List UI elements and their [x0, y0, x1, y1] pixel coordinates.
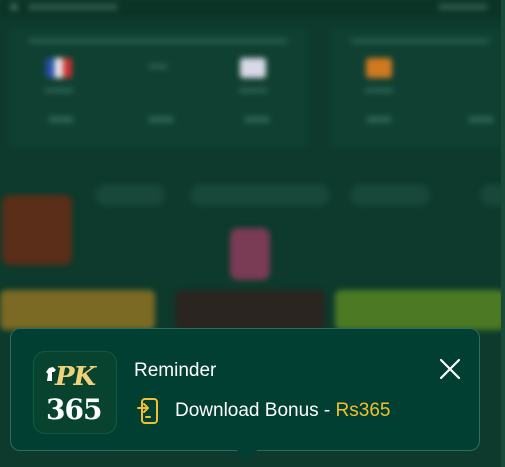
download-bonus-link[interactable]: Download Bonus - Rs365 — [137, 397, 390, 425]
background-banner — [335, 290, 505, 330]
background-thumbnail — [230, 228, 270, 280]
background-thumbnail — [2, 195, 72, 265]
toast-pointer — [237, 450, 257, 462]
download-phone-icon — [137, 398, 158, 424]
pk365-logo: PK 365 — [33, 351, 117, 434]
close-icon — [439, 358, 461, 380]
bonus-amount: Rs365 — [335, 400, 391, 421]
background-header — [0, 0, 505, 16]
background-match-card — [8, 28, 308, 148]
background-banner — [0, 290, 155, 330]
download-bonus-label: Download Bonus - Rs365 — [175, 400, 391, 421]
background-match-card-2 — [330, 28, 505, 148]
toast-title: Reminder — [134, 360, 217, 381]
scrollbar[interactable] — [501, 0, 505, 467]
logo-text-365: 365 — [46, 393, 102, 426]
close-button[interactable] — [437, 356, 463, 382]
background-banner — [175, 290, 325, 330]
logo-text-pk: PK — [55, 362, 96, 392]
background-tabs — [0, 182, 505, 208]
reminder-toast: PK 365 Reminder Download Bonus - Rs365 — [10, 328, 480, 451]
